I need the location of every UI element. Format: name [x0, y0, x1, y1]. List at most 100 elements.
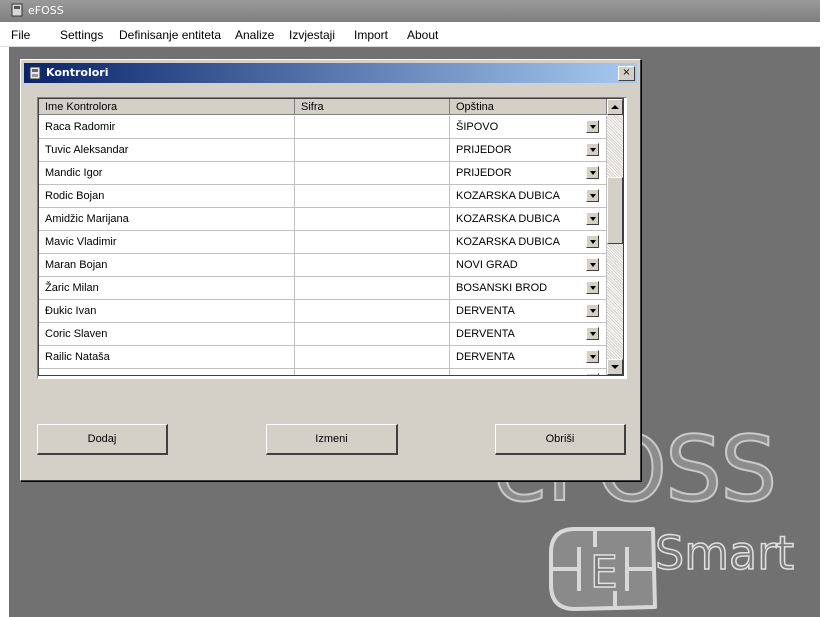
opstina-value: KOZARSKA DUBICA: [456, 190, 560, 202]
cell-sifra[interactable]: [295, 231, 450, 254]
table-row[interactable]: Pašalic Svjetlana DOBOJ: [39, 369, 607, 375]
cell-opstina[interactable]: DERVENTA: [450, 323, 607, 346]
scroll-down-icon[interactable]: [607, 359, 623, 375]
table-row[interactable]: Railic Nataša DERVENTA: [39, 346, 607, 369]
cell-ime[interactable]: Pašalic Svjetlana: [39, 369, 295, 375]
opstina-value: NOVI GRAD: [456, 259, 518, 271]
dropdown-arrow-icon[interactable]: [586, 235, 599, 248]
dropdown-arrow-icon[interactable]: [586, 373, 599, 375]
cell-sifra[interactable]: [295, 185, 450, 208]
dropdown-arrow-icon[interactable]: [586, 281, 599, 294]
opstina-value: PRIJEDOR: [456, 144, 512, 156]
cell-sifra[interactable]: [295, 346, 450, 369]
svg-text:E: E: [590, 547, 618, 598]
cell-opstina[interactable]: KOZARSKA DUBICA: [450, 185, 607, 208]
table-row[interactable]: Raca Radomir ŠIPOVO: [39, 116, 607, 139]
table-row[interactable]: Đukic Ivan DERVENTA: [39, 300, 607, 323]
dropdown-arrow-icon[interactable]: [586, 258, 599, 271]
cell-opstina[interactable]: DOBOJ: [450, 369, 607, 375]
dropdown-arrow-icon[interactable]: [586, 166, 599, 179]
menu-settings[interactable]: Settings: [60, 28, 103, 42]
menu-import[interactable]: Import: [354, 28, 388, 42]
cell-ime[interactable]: Maran Bojan: [39, 254, 295, 277]
cell-opstina[interactable]: ŠIPOVO: [450, 116, 607, 139]
opstina-value: DERVENTA: [456, 305, 515, 317]
cell-sifra[interactable]: [295, 300, 450, 323]
cell-sifra[interactable]: [295, 254, 450, 277]
cell-sifra[interactable]: [295, 369, 450, 375]
column-header-sifra[interactable]: Sifra: [295, 99, 450, 115]
menu-file[interactable]: File: [11, 28, 30, 42]
dodaj-button[interactable]: Dodaj: [37, 424, 168, 455]
dropdown-arrow-icon[interactable]: [586, 143, 599, 156]
table-row[interactable]: Amidžic Marijana KOZARSKA DUBICA: [39, 208, 607, 231]
table-row[interactable]: Tuvic Aleksandar PRIJEDOR: [39, 139, 607, 162]
cell-ime[interactable]: Žaric Milan: [39, 277, 295, 300]
cell-ime[interactable]: Amidžic Marijana: [39, 208, 295, 231]
column-header-ime[interactable]: Ime Kontrolora: [39, 99, 295, 115]
cell-sifra[interactable]: [295, 116, 450, 139]
menubar: File Settings Definisanje entiteta Anali…: [0, 22, 820, 47]
dropdown-arrow-icon[interactable]: [586, 212, 599, 225]
menu-about[interactable]: About: [407, 28, 438, 42]
grid-header: Ime Kontrolora Sifra Opština: [39, 99, 607, 116]
window-titlebar[interactable]: Kontrolori ×: [24, 63, 637, 83]
dropdown-arrow-icon[interactable]: [586, 189, 599, 202]
window-edge: [820, 0, 832, 617]
opstina-value: KOZARSKA DUBICA: [456, 213, 560, 225]
close-icon: ×: [622, 67, 631, 78]
app-titlebar: eFOSS: [0, 0, 820, 22]
cell-sifra[interactable]: [295, 323, 450, 346]
cell-sifra[interactable]: [295, 162, 450, 185]
cell-sifra[interactable]: [295, 208, 450, 231]
cell-ime[interactable]: Mandic Igor: [39, 162, 295, 185]
cell-ime[interactable]: Raca Radomir: [39, 116, 295, 139]
izmeni-button[interactable]: Izmeni: [266, 424, 398, 455]
opstina-value: BOSANSKI BROD: [456, 282, 548, 294]
opstina-value: KOZARSKA DUBICA: [456, 236, 560, 248]
table-row[interactable]: Rodic Bojan KOZARSKA DUBICA: [39, 185, 607, 208]
cell-ime[interactable]: Coric Slaven: [39, 323, 295, 346]
cell-ime[interactable]: Railic Nataša: [39, 346, 295, 369]
cell-opstina[interactable]: NOVI GRAD: [450, 254, 607, 277]
cell-opstina[interactable]: PRIJEDOR: [450, 162, 607, 185]
opstina-value: DERVENTA: [456, 351, 515, 363]
table-row[interactable]: Coric Slaven DERVENTA: [39, 323, 607, 346]
scrollbar-thumb[interactable]: [607, 177, 623, 244]
table-row[interactable]: Žaric Milan BOSANSKI BROD: [39, 277, 607, 300]
menu-izvjestaji[interactable]: Izvjestaji: [289, 28, 335, 42]
opstina-value: DERVENTA: [456, 328, 515, 340]
table-row[interactable]: Mandic Igor PRIJEDOR: [39, 162, 607, 185]
dropdown-arrow-icon[interactable]: [586, 304, 599, 317]
smart-logo-text: Smart: [654, 525, 795, 581]
menu-definisanje-entiteta[interactable]: Definisanje entiteta: [119, 28, 221, 42]
cell-ime[interactable]: Tuvic Aleksandar: [39, 139, 295, 162]
cell-opstina[interactable]: DERVENTA: [450, 300, 607, 323]
dropdown-arrow-icon[interactable]: [586, 327, 599, 340]
vertical-scrollbar[interactable]: [607, 99, 623, 375]
cell-sifra[interactable]: [295, 139, 450, 162]
cell-opstina[interactable]: KOZARSKA DUBICA: [450, 208, 607, 231]
app-title: eFOSS: [28, 4, 64, 17]
obrisi-button[interactable]: Obriši: [495, 424, 626, 455]
cell-opstina[interactable]: KOZARSKA DUBICA: [450, 231, 607, 254]
cell-ime[interactable]: Rodic Bojan: [39, 185, 295, 208]
cell-sifra[interactable]: [295, 277, 450, 300]
cell-opstina[interactable]: DERVENTA: [450, 346, 607, 369]
cell-ime[interactable]: Mavic Vladimir: [39, 231, 295, 254]
opstina-value: ŠIPOVO: [456, 121, 499, 133]
kontrolori-grid: Ime Kontrolora Sifra Opština Raca Radomi…: [37, 97, 627, 379]
menu-analize[interactable]: Analize: [235, 28, 274, 42]
app-icon: [11, 3, 23, 17]
cell-ime[interactable]: Đukic Ivan: [39, 300, 295, 323]
dropdown-arrow-icon[interactable]: [586, 120, 599, 133]
kontrolori-window: Kontrolori × Ime Kontrolora Sifra Opštin…: [20, 59, 641, 481]
scroll-up-icon[interactable]: [607, 99, 623, 115]
cell-opstina[interactable]: BOSANSKI BROD: [450, 277, 607, 300]
cell-opstina[interactable]: PRIJEDOR: [450, 139, 607, 162]
close-button[interactable]: ×: [618, 66, 635, 81]
dropdown-arrow-icon[interactable]: [586, 350, 599, 363]
table-row[interactable]: Maran Bojan NOVI GRAD: [39, 254, 607, 277]
column-header-opstina[interactable]: Opština: [450, 99, 607, 115]
table-row[interactable]: Mavic Vladimir KOZARSKA DUBICA: [39, 231, 607, 254]
